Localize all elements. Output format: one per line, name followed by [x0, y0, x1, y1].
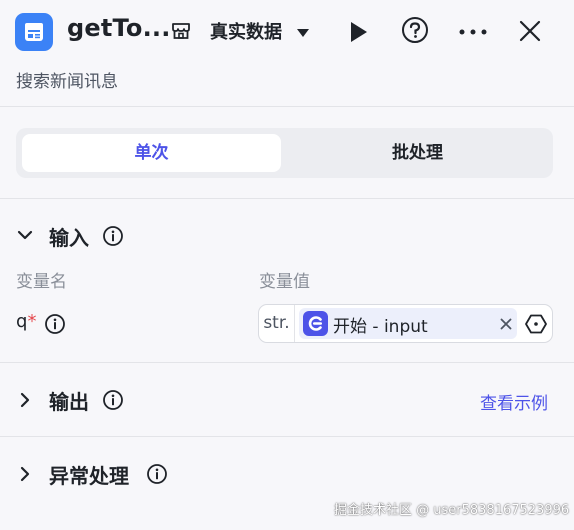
param-value-field[interactable]: str. 开始 - input [258, 304, 553, 343]
help-icon[interactable] [401, 16, 429, 44]
tab-batch[interactable]: 批处理 [288, 134, 547, 172]
node-description: 搜索新闻讯息 [16, 72, 118, 92]
input-section-header[interactable]: 输入 [16, 221, 216, 251]
error-handling-section-title: 异常处理 [49, 464, 129, 488]
watermark: 掘金技术社区 @ user5838167523996 [334, 503, 570, 518]
variable-select-icon[interactable] [525, 314, 547, 334]
run-icon[interactable] [349, 21, 369, 43]
view-example-link[interactable]: 查看示例 [480, 389, 548, 414]
param-name-label: q [16, 311, 28, 332]
variable-reference-chip[interactable]: 开始 - input [299, 308, 517, 339]
chevron-down-icon[interactable] [16, 228, 34, 242]
run-mode-tabs: 单次 批处理 [16, 128, 553, 178]
caret-down-icon[interactable] [296, 28, 310, 38]
info-icon[interactable] [102, 225, 124, 247]
type-tag: str. [259, 305, 295, 342]
divider [0, 106, 574, 107]
output-section-header[interactable]: 输出 [16, 385, 216, 415]
info-icon[interactable] [146, 463, 168, 485]
info-icon[interactable] [102, 389, 124, 411]
error-handling-section-header[interactable]: 异常处理 [16, 459, 216, 489]
plugin-icon [15, 13, 53, 51]
input-section-title: 输入 [49, 226, 89, 250]
column-header-name: 变量名 [16, 272, 67, 292]
info-icon[interactable] [44, 313, 66, 335]
node-title[interactable]: getTo... [67, 14, 171, 42]
start-node-icon [303, 311, 328, 336]
reference-label: 开始 - input [333, 317, 428, 337]
divider [0, 362, 574, 363]
store-icon[interactable] [171, 21, 191, 41]
divider [0, 436, 574, 437]
chevron-right-icon[interactable] [16, 466, 34, 482]
more-icon[interactable] [459, 29, 487, 35]
output-section-title: 输出 [49, 390, 89, 414]
data-source-select[interactable]: 真实数据 [210, 18, 282, 44]
panel-header: getTo... 真实数据 [0, 0, 574, 64]
divider [0, 198, 574, 199]
param-name: q* [16, 311, 36, 332]
chevron-right-icon[interactable] [16, 392, 34, 408]
required-mark: * [27, 311, 37, 332]
clear-icon[interactable] [500, 318, 512, 330]
node-panel: getTo... 真实数据 搜索新闻讯息 单次 批处理 输入 变量名 变量值 q… [0, 0, 574, 530]
tab-single[interactable]: 单次 [22, 134, 281, 172]
close-icon[interactable] [519, 20, 541, 42]
column-header-value: 变量值 [259, 272, 310, 292]
